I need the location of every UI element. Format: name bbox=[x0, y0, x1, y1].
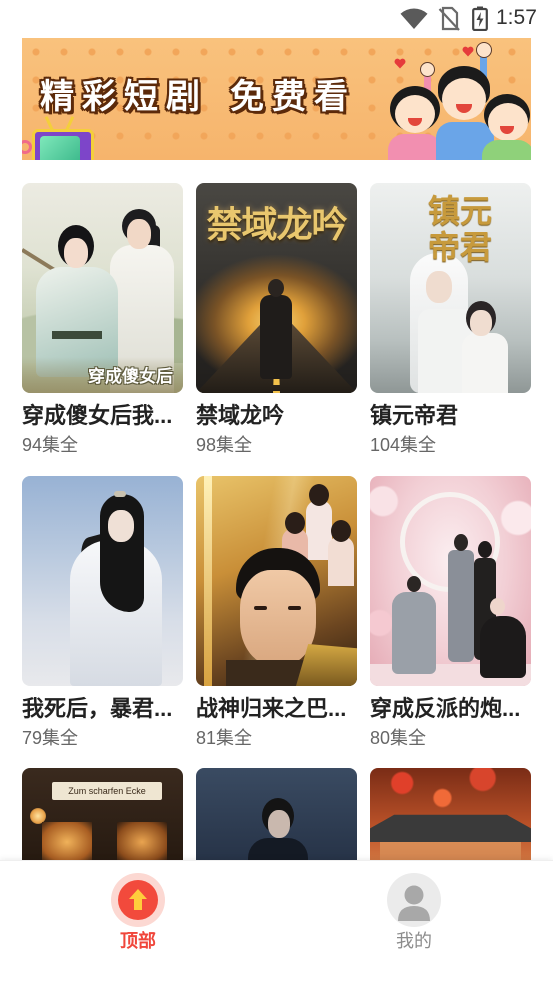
banner-headline-right: 免费看 bbox=[230, 78, 356, 116]
poster-figure-face bbox=[108, 510, 134, 542]
drama-episode-count: 80集全 bbox=[370, 728, 427, 748]
user-avatar-icon[interactable] bbox=[387, 873, 441, 927]
drama-poster[interactable] bbox=[370, 476, 531, 686]
poster-figure-woman-head bbox=[331, 520, 351, 542]
drama-title[interactable]: 穿成反派的炮... bbox=[370, 695, 531, 723]
poster-figure-man-body bbox=[260, 295, 292, 379]
drama-title[interactable]: 战神归来之巴... bbox=[196, 695, 357, 723]
drama-episode-count: 94集全 bbox=[22, 435, 79, 455]
poster-leaves bbox=[370, 768, 531, 818]
nav-tab-top[interactable]: 顶部 bbox=[78, 873, 198, 973]
tv-side-ring bbox=[22, 140, 32, 154]
drama-poster[interactable]: 穿成傻女后 bbox=[22, 183, 183, 393]
kid-face bbox=[488, 103, 528, 141]
drama-title[interactable]: 穿成傻女后我... bbox=[22, 402, 183, 430]
poster-hair-ornament bbox=[114, 491, 126, 497]
nav-tab-mine-label[interactable]: 我的 bbox=[354, 930, 474, 952]
poster-figure-man-sitting-head bbox=[407, 576, 421, 592]
nav-tab-top-label[interactable]: 顶部 bbox=[78, 930, 198, 952]
poster-figure-woman-sitting-head bbox=[490, 598, 505, 615]
drama-episode-count: 98集全 bbox=[196, 435, 253, 455]
poster-figure-woman-face bbox=[64, 238, 88, 268]
drama-poster[interactable]: 镇元帝君 bbox=[370, 183, 531, 393]
kid-body bbox=[482, 140, 531, 160]
poster-figure-woman bbox=[328, 536, 354, 586]
nav-top-icon-halo[interactable] bbox=[111, 873, 165, 927]
kid-face bbox=[395, 95, 435, 133]
poster-figure-man-face bbox=[127, 219, 151, 249]
poster-figure-man-head bbox=[268, 279, 284, 297]
poster-figure-woman-head bbox=[285, 512, 305, 534]
no-sim-icon bbox=[438, 6, 460, 31]
poster-figure-man-standing bbox=[448, 550, 474, 662]
drama-title[interactable]: 禁域龙吟 bbox=[196, 402, 357, 430]
drama-card[interactable]: 我死后，暴君... 79集全 bbox=[22, 476, 183, 750]
tv-screen bbox=[40, 136, 80, 160]
drama-card[interactable]: 镇元帝君 镇元帝君 104集全 bbox=[370, 183, 531, 457]
poster-figure-man-sitting bbox=[392, 592, 436, 674]
drama-card[interactable]: 穿成反派的炮... 80集全 bbox=[370, 476, 531, 750]
poster-figure-man-face bbox=[240, 570, 316, 666]
poster-figure-man-standing-head bbox=[454, 534, 468, 551]
poster-title-text: 禁域龙吟 bbox=[206, 204, 347, 245]
poster-sword-light bbox=[204, 476, 212, 686]
kid-face bbox=[442, 78, 486, 120]
drama-card[interactable]: 禁域龙吟 禁域龙吟 98集全 bbox=[196, 183, 357, 457]
drama-poster[interactable] bbox=[22, 476, 183, 686]
nav-tab-mine[interactable]: 我的 bbox=[354, 873, 474, 973]
poster-figure-woman-head bbox=[309, 484, 329, 506]
poster-title-text: 镇元帝君 bbox=[428, 193, 493, 265]
drama-title[interactable]: 我死后，暴君... bbox=[22, 695, 183, 723]
promo-banner[interactable]: 精彩短剧 免费看 bbox=[22, 38, 531, 160]
arrow-up-icon[interactable] bbox=[118, 880, 158, 920]
poster-figure-man-eye bbox=[254, 606, 267, 610]
banner-headline-left: 精彩短剧 bbox=[40, 78, 208, 116]
drama-episode-count: 79集全 bbox=[22, 728, 79, 748]
drama-card[interactable]: 穿成傻女后 穿成傻女后我... 94集全 bbox=[22, 183, 183, 457]
poster-figure-woman-face bbox=[470, 310, 492, 336]
poster-figure-woman-body bbox=[462, 333, 508, 393]
poster-figure-woman-belt bbox=[52, 331, 102, 339]
drama-card[interactable]: 战神归来之巴... 81集全 bbox=[196, 476, 357, 750]
poster-figure-face bbox=[268, 810, 290, 838]
banner-headline: 精彩短剧 免费看 bbox=[40, 77, 356, 117]
kid-body bbox=[388, 134, 442, 160]
poster-window bbox=[117, 822, 167, 862]
poster-window bbox=[42, 822, 92, 862]
drama-title[interactable]: 镇元帝君 bbox=[370, 402, 531, 430]
drama-poster[interactable] bbox=[196, 476, 357, 686]
drama-episode-count: 81集全 bbox=[196, 728, 253, 748]
drama-poster[interactable]: 禁域龙吟 bbox=[196, 183, 357, 393]
bottom-navigation: 顶部 我的 bbox=[0, 860, 553, 983]
clock-time: 1:57 bbox=[496, 6, 537, 29]
status-bar: 1:57 bbox=[0, 0, 553, 38]
poster-figure-man-face bbox=[426, 271, 452, 303]
poster-shop-sign-text: Zum scharfen Ecke bbox=[52, 782, 162, 800]
kid-fist bbox=[420, 62, 435, 77]
poster-figure-woman-standing-head bbox=[478, 541, 492, 558]
battery-charging-icon bbox=[472, 6, 488, 32]
poster-title-text: 穿成傻女后 bbox=[88, 367, 173, 386]
cartoon-kids-illustration bbox=[382, 38, 531, 160]
wifi-icon bbox=[400, 8, 428, 30]
drama-episode-count: 104集全 bbox=[370, 435, 437, 455]
poster-figure-man-eye bbox=[288, 606, 301, 610]
kid-fist bbox=[476, 42, 492, 58]
poster-figure-woman-sitting bbox=[480, 616, 526, 678]
tv-illustration bbox=[22, 116, 102, 160]
